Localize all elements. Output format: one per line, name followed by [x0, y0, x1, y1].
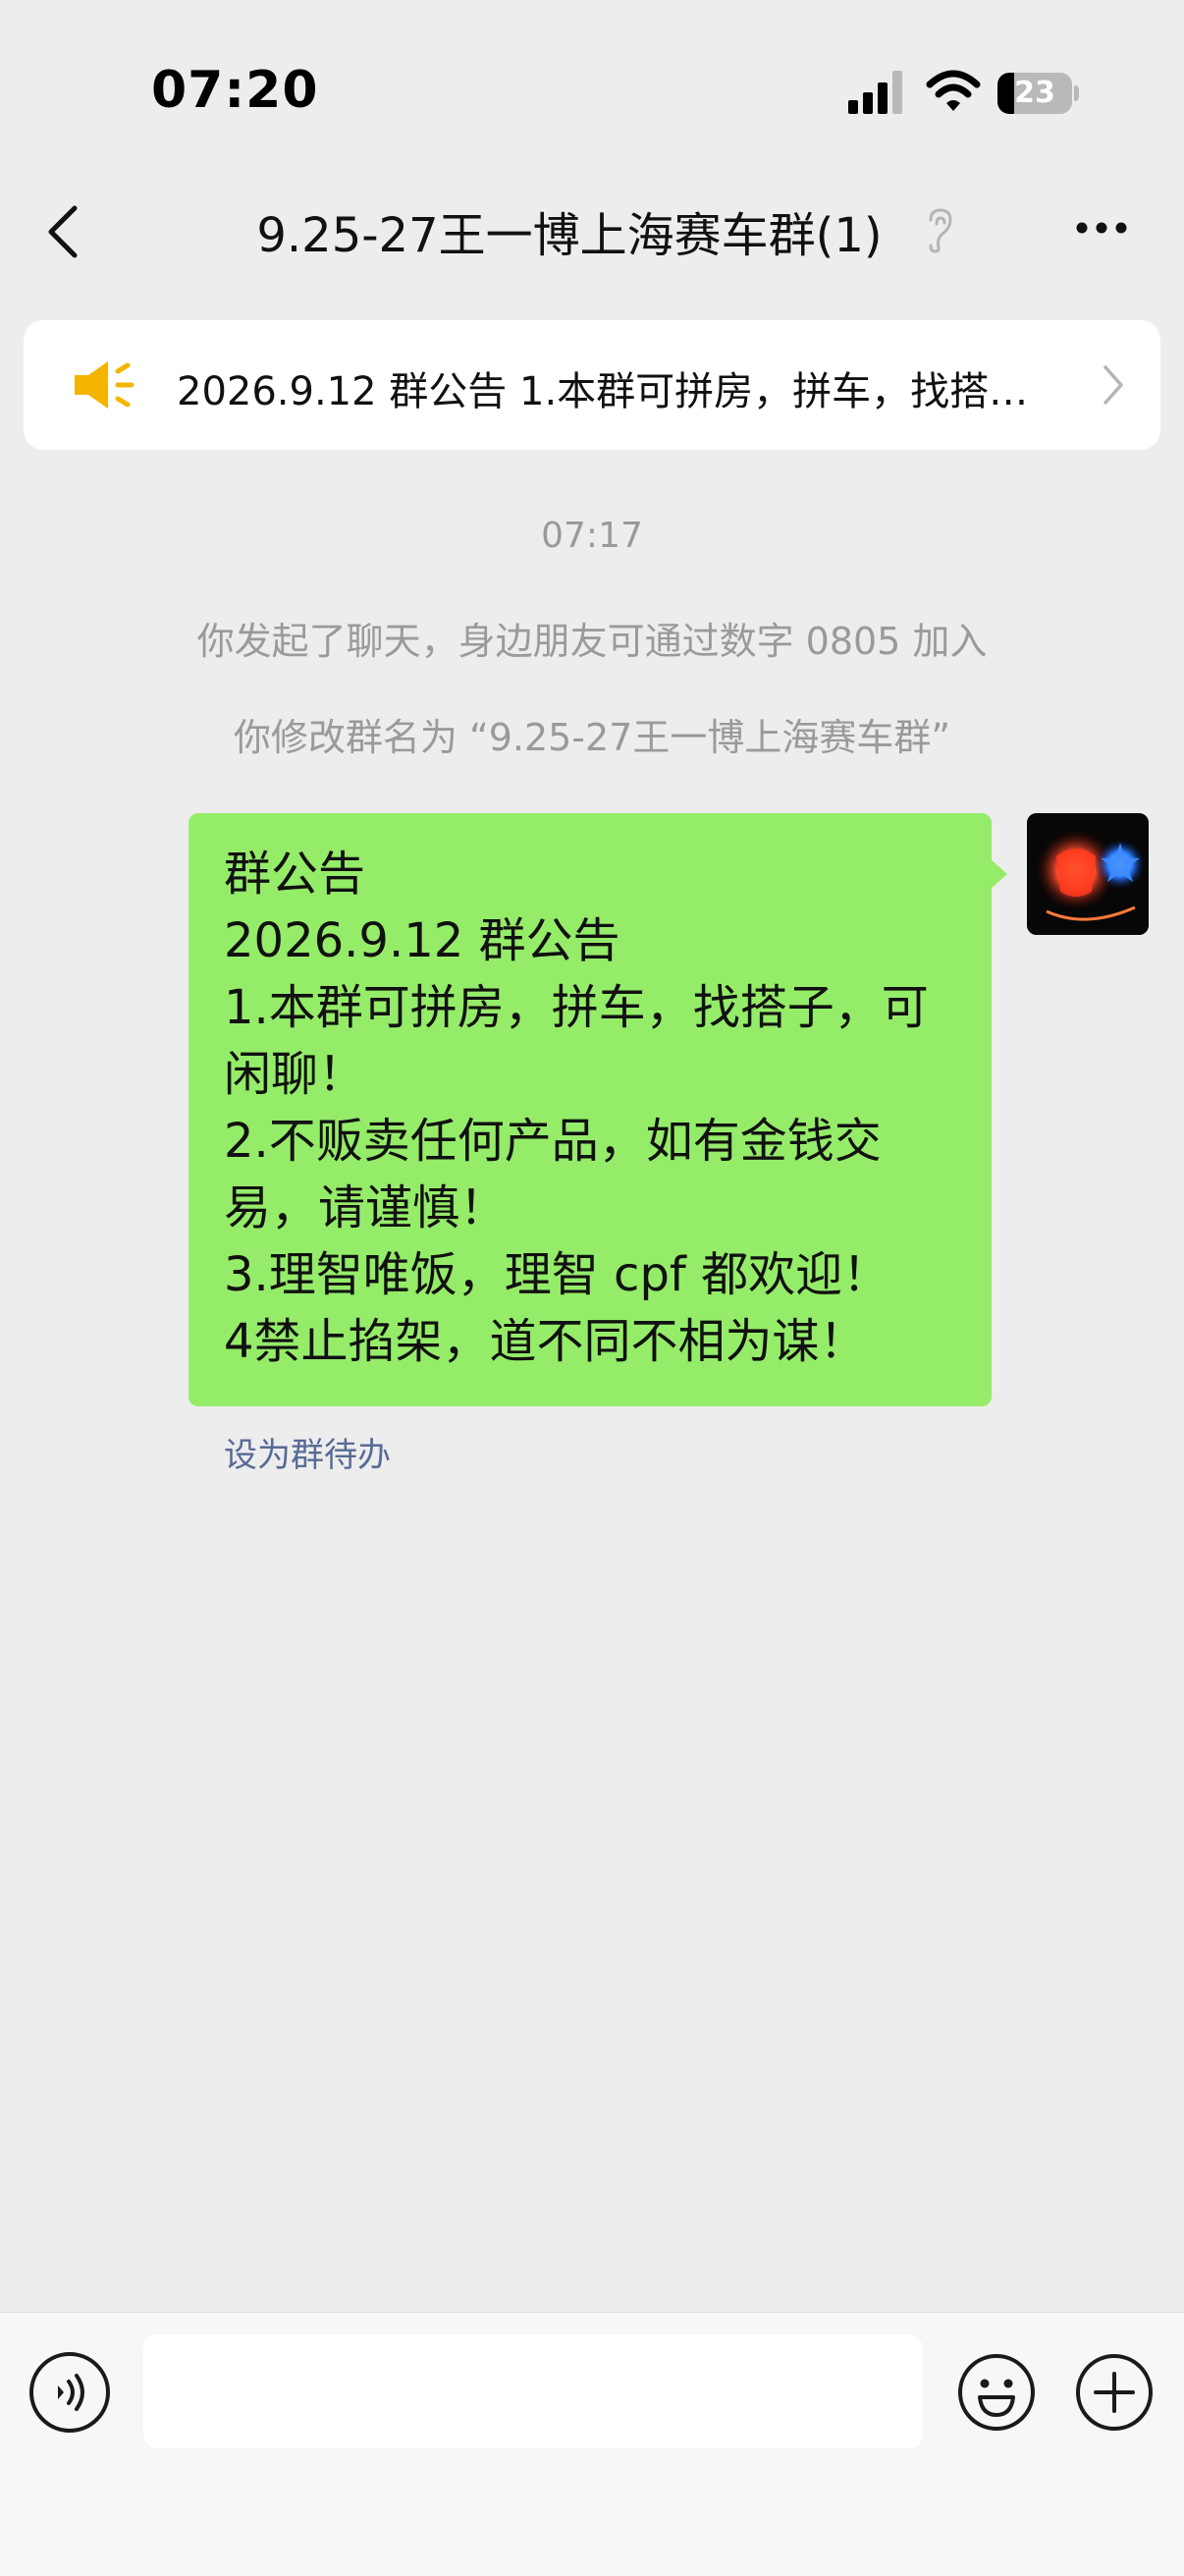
nav-bar: 9.25-27王一博上海赛车群(1) [0, 167, 1184, 295]
mute-icon [929, 208, 952, 253]
input-bar [0, 2312, 1184, 2576]
chat-timestamp: 07:17 [541, 516, 643, 556]
announcement-text: 2026.9.12 群公告 1.本群可拼房，拼车，找搭… [177, 369, 1029, 414]
message-line: 4禁止掐架，道不同不相为谋！ [224, 1314, 867, 1369]
more-icon[interactable] [1074, 218, 1129, 238]
emoji-icon[interactable] [956, 2352, 1037, 2433]
message-line: 2026.9.12 群公告 [224, 913, 620, 968]
battery-level: 23 [1014, 76, 1055, 110]
message-bubble[interactable]: 群公告 2026.9.12 群公告 1.本群可拼房，拼车，找搭子，可 闲聊！ 2… [188, 813, 992, 1406]
plus-icon[interactable] [1074, 2352, 1155, 2433]
message-line: 群公告 [224, 847, 366, 902]
message-line: 闲聊！ [224, 1047, 366, 1102]
message-line: 易，请谨慎！ [224, 1180, 508, 1235]
avatar-image [1027, 813, 1149, 935]
battery-icon: 23 [997, 73, 1080, 114]
signal-icon [848, 71, 902, 114]
message-line: 2.不贩卖任何产品，如有金钱交 [224, 1114, 882, 1169]
status-bar: 07:20 23 [0, 0, 1184, 167]
back-icon[interactable] [43, 202, 82, 261]
message-input[interactable] [143, 2334, 923, 2448]
voice-icon [58, 2374, 84, 2411]
system-message: 你修改群名为 “9.25-27王一博上海赛车群” [233, 716, 951, 759]
system-message: 你发起了聊天，身边朋友可通过数字 0805 加入 [196, 620, 988, 663]
chevron-right-icon [1103, 365, 1123, 405]
announcement-banner[interactable]: 2026.9.12 群公告 1.本群可拼房，拼车，找搭… [24, 320, 1160, 450]
chat-title: 9.25-27王一博上海赛车群(1) [256, 208, 883, 263]
status-time: 07:20 [151, 61, 319, 120]
bubble-tail [990, 858, 1007, 890]
wifi-icon [926, 70, 981, 111]
message-line: 3.理智唯饭，理智 cpf 都欢迎！ [224, 1247, 890, 1302]
voice-button[interactable] [29, 2352, 110, 2433]
set-group-todo-link[interactable]: 设为群待办 [224, 1428, 391, 1476]
message-line: 1.本群可拼房，拼车，找搭子，可 [224, 980, 929, 1035]
speaker-icon [75, 361, 135, 409]
avatar[interactable] [1027, 813, 1149, 935]
